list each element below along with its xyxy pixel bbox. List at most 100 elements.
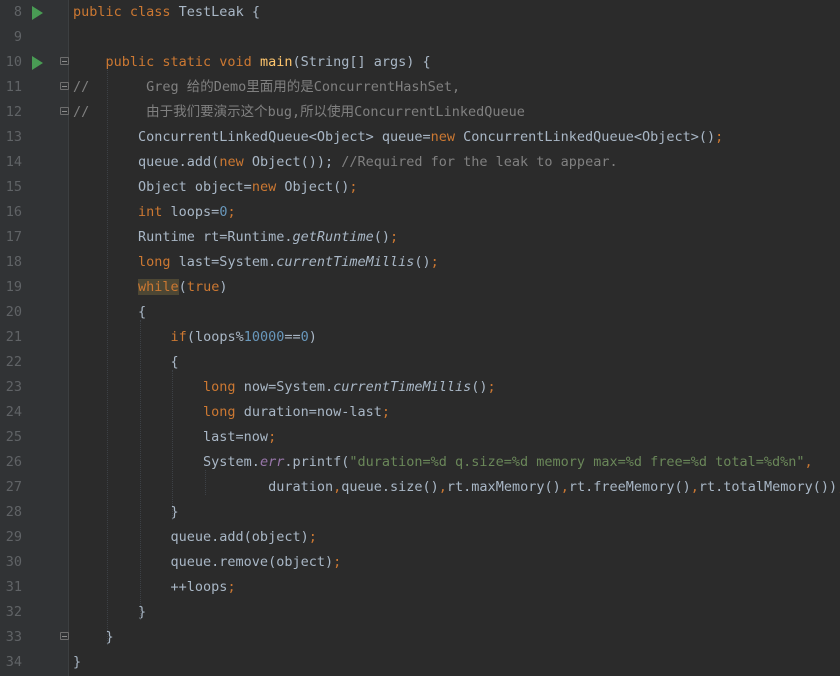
code-token: ;: [381, 404, 390, 420]
code-line[interactable]: 16 int loops=0;: [0, 200, 840, 225]
code-token: Object object=: [73, 179, 252, 195]
code-line[interactable]: 19 while(true): [0, 275, 840, 300]
code-token: currentTimeMillis: [333, 379, 472, 395]
code-line[interactable]: 11 // Greg 给的Demo里面用的是ConcurrentHashSet,: [0, 75, 840, 100]
code-line[interactable]: 32 }: [0, 600, 840, 625]
code-line[interactable]: 10 public static void main(String[] args…: [0, 50, 840, 75]
code-line[interactable]: 29 queue.add(object);: [0, 525, 840, 550]
code-token: if: [170, 329, 187, 345]
code-line[interactable]: 30 queue.remove(object);: [0, 550, 840, 575]
code-editor[interactable]: 8 public class TestLeak { 9 10 public stati…: [0, 0, 840, 676]
code-line[interactable]: 9: [0, 25, 840, 50]
code-text: {: [73, 300, 146, 325]
code-line[interactable]: 26 System.err.printf("duration=%d q.size…: [0, 450, 840, 475]
code-line[interactable]: 25 last=now;: [0, 425, 840, 450]
code-token: rt.freeMemory(): [568, 479, 691, 495]
code-token: Object());: [251, 154, 342, 170]
line-number: 12: [5, 104, 22, 120]
code-token: queue.size(): [341, 479, 439, 495]
code-line[interactable]: 21 if(loops%10000==0): [0, 325, 840, 350]
code-token: (loops%: [186, 329, 244, 345]
line-number: 9: [13, 29, 22, 45]
code-text: long now=System.currentTimeMillis();: [73, 375, 496, 400]
code-line[interactable]: 15 Object object=new Object();: [0, 175, 840, 200]
code-token: queue.remove(object): [73, 554, 334, 570]
code-token: Object(): [284, 179, 350, 195]
code-token: true: [186, 279, 220, 295]
code-line[interactable]: 34}: [0, 650, 840, 675]
code-token: ,: [560, 479, 569, 495]
code-token: rt.maxMemory(): [446, 479, 561, 495]
code-token: (): [471, 379, 488, 395]
fold-icon[interactable]: [60, 107, 69, 115]
line-number: 20: [5, 304, 22, 320]
code-text: public class TestLeak {: [73, 0, 260, 25]
code-line[interactable]: 24 long duration=now-last;: [0, 400, 840, 425]
code-token: long: [138, 254, 179, 270]
fold-icon[interactable]: [60, 57, 69, 65]
line-number: 17: [5, 229, 22, 245]
line-number: 24: [5, 404, 22, 420]
code-token: // Greg 给的Demo里面用的是ConcurrentHashSet,: [73, 79, 461, 95]
code-token: ConcurrentLinkedQueue<Object>(): [463, 129, 716, 145]
code-line[interactable]: 31 ++loops;: [0, 575, 840, 600]
code-token: public class: [73, 4, 179, 20]
run-icon[interactable]: [32, 56, 43, 70]
line-number: 8: [13, 4, 22, 20]
code-line[interactable]: 22 {: [0, 350, 840, 375]
code-token: duration: [73, 479, 334, 495]
code-line[interactable]: 23 long now=System.currentTimeMillis();: [0, 375, 840, 400]
code-line[interactable]: 33 }: [0, 625, 840, 650]
line-number: 34: [5, 654, 22, 670]
code-token: ;: [349, 179, 358, 195]
code-token: (): [373, 229, 390, 245]
code-token: queue.add(: [73, 154, 220, 170]
code-text: last=now;: [73, 425, 276, 450]
indent-guide: [172, 370, 174, 520]
code-token: }: [73, 654, 82, 670]
code-line[interactable]: 14 queue.add(new Object()); //Required f…: [0, 150, 840, 175]
line-number: 32: [5, 604, 22, 620]
run-icon[interactable]: [32, 6, 43, 20]
code-text: Object object=new Object();: [73, 175, 358, 200]
line-number: 29: [5, 529, 22, 545]
code-line[interactable]: 17 Runtime rt=Runtime.getRuntime();: [0, 225, 840, 250]
line-number: 21: [5, 329, 22, 345]
code-token: {: [73, 304, 147, 320]
code-line[interactable]: 20 {: [0, 300, 840, 325]
indent-guide: [140, 320, 142, 620]
code-line[interactable]: 18 long last=System.currentTimeMillis();: [0, 250, 840, 275]
line-number: 15: [5, 179, 22, 195]
code-text: while(true): [73, 275, 227, 300]
code-text: queue.remove(object);: [73, 550, 342, 575]
line-number: 23: [5, 379, 22, 395]
code-token: 10000: [243, 329, 285, 345]
code-token: (): [414, 254, 431, 270]
line-number: 28: [5, 504, 22, 520]
line-number: 11: [5, 79, 22, 95]
code-token: ++loops: [73, 579, 228, 595]
code-line[interactable]: 28 }: [0, 500, 840, 525]
code-token: ,: [690, 479, 699, 495]
code-line[interactable]: 13 ConcurrentLinkedQueue<Object> queue=n…: [0, 125, 840, 150]
code-token: ): [219, 279, 228, 295]
line-number: 16: [5, 204, 22, 220]
code-token: //Required for the leak to appear.: [341, 154, 618, 170]
code-token: getRuntime: [292, 229, 374, 245]
code-token: long: [203, 404, 244, 420]
code-line[interactable]: 27 duration,queue.size(),rt.maxMemory(),…: [0, 475, 840, 500]
code-line[interactable]: 8 public class TestLeak {: [0, 0, 840, 25]
fold-icon[interactable]: [60, 632, 69, 640]
code-token: rt.totalMemory()): [698, 479, 838, 495]
code-token: ;: [268, 429, 277, 445]
code-token: public static void: [105, 54, 260, 70]
code-line[interactable]: 12 // 由于我们要演示这个bug,所以使用ConcurrentLinkedQu…: [0, 100, 840, 125]
line-number: 10: [5, 54, 22, 70]
code-text: long duration=now-last;: [73, 400, 390, 425]
code-token: ,: [804, 454, 813, 470]
fold-icon[interactable]: [60, 82, 69, 90]
